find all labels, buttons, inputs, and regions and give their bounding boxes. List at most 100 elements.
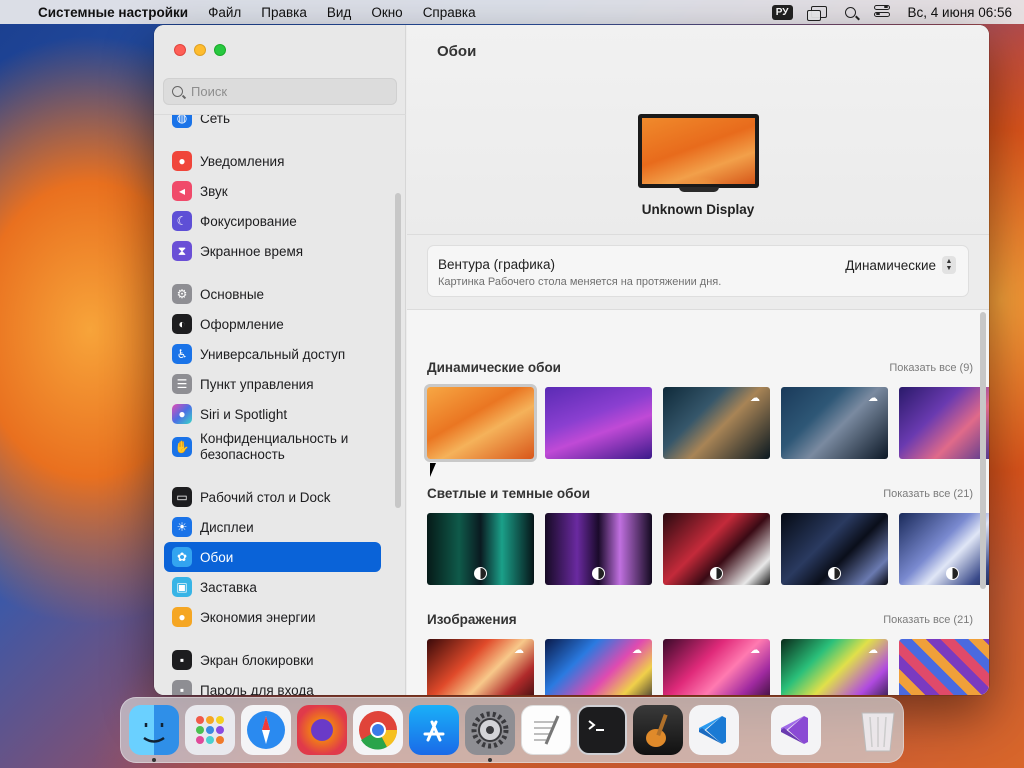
vscode-logo-icon bbox=[699, 716, 726, 744]
finder-face-icon bbox=[143, 723, 165, 743]
menu-window[interactable]: Окно bbox=[371, 5, 402, 20]
finder-icon[interactable] bbox=[129, 705, 179, 762]
current-wallpaper-name: Вентура (графика) bbox=[438, 257, 555, 272]
sidebar-item-accessibility[interactable]: ♿ Универсальный доступ bbox=[164, 339, 381, 369]
close-button[interactable] bbox=[174, 44, 186, 56]
globe-icon: ◍ bbox=[172, 115, 192, 128]
compass-icon bbox=[247, 711, 285, 749]
minimize-button[interactable] bbox=[194, 44, 206, 56]
display-preview-area: Обои Unknown Display bbox=[407, 25, 989, 235]
sidebar-scrollbar[interactable] bbox=[395, 193, 401, 508]
dock-icon: ▭ bbox=[172, 487, 192, 507]
sidebar-item-privacy[interactable]: ✋ Конфиденциальность и безопасность bbox=[164, 428, 381, 466]
visual-studio-icon[interactable] bbox=[771, 705, 821, 755]
sidebar-item-login-password[interactable]: ▪ Пароль для входа bbox=[164, 675, 381, 695]
wallpaper-thumb-mac-pink[interactable]: ☁ bbox=[663, 639, 770, 695]
textedit-icon[interactable] bbox=[521, 705, 571, 755]
menu-view[interactable]: Вид bbox=[327, 5, 351, 20]
wallpaper-thumb-macbook-purple[interactable] bbox=[545, 513, 652, 585]
sidebar-item-network[interactable]: ◍ Сеть bbox=[164, 115, 381, 133]
search-field[interactable] bbox=[163, 78, 397, 105]
gear-icon bbox=[471, 711, 509, 749]
terminal-icon[interactable] bbox=[577, 705, 627, 755]
wallpaper-gallery: Динамические обои Показать все (9) ☁ ☁ С… bbox=[407, 309, 989, 695]
menu-file[interactable]: Файл bbox=[208, 5, 241, 20]
sidebar-item-screen-time[interactable]: ⧗ Экранное время bbox=[164, 236, 381, 266]
search-icon bbox=[172, 86, 183, 97]
wallpaper-thumb-monterey-red[interactable] bbox=[663, 513, 770, 585]
wallpaper-thumb-catalina-night[interactable] bbox=[899, 387, 989, 459]
garageband-icon[interactable] bbox=[633, 705, 683, 755]
trash-icon[interactable] bbox=[853, 705, 903, 755]
sidebar-item-desktop-dock[interactable]: ▭ Рабочий стол и Dock bbox=[164, 482, 381, 512]
app-store-icon[interactable] bbox=[409, 705, 459, 755]
menu-edit[interactable]: Правка bbox=[261, 5, 307, 20]
stage-manager-icon[interactable] bbox=[806, 6, 827, 21]
sidebar-item-focus[interactable]: ☾ Фокусирование bbox=[164, 206, 381, 236]
launchpad-grid-icon bbox=[196, 716, 224, 744]
wallpaper-mode-select[interactable]: Динамические ▲ ▼ bbox=[845, 256, 956, 274]
speaker-icon: ◂ bbox=[172, 181, 192, 201]
spotlight-search-icon[interactable] bbox=[844, 6, 856, 18]
sidebar-item-control-center[interactable]: ☰ Пункт управления bbox=[164, 369, 381, 399]
show-all-dynamic-button[interactable]: Показать все (9) bbox=[889, 362, 973, 374]
sidebar-item-sound[interactable]: ◂ Звук bbox=[164, 176, 381, 206]
sidebar-item-siri-spotlight[interactable]: ● Siri и Spotlight bbox=[164, 399, 381, 429]
sun-icon: ☀ bbox=[172, 517, 192, 537]
mouse-cursor bbox=[430, 463, 442, 477]
show-all-pictures-button[interactable]: Показать все (21) bbox=[883, 614, 973, 626]
wallpaper-thumb-catalina[interactable]: ☁ bbox=[663, 387, 770, 459]
wallpaper-thumb-ventura-graphic[interactable] bbox=[424, 384, 537, 462]
accessibility-icon: ♿ bbox=[172, 344, 192, 364]
bell-icon: ● bbox=[172, 151, 192, 171]
bulb-icon: ● bbox=[172, 607, 192, 627]
display-preview[interactable] bbox=[638, 114, 759, 188]
sidebar-list: ◍ Сеть ● Уведомления ◂ Звук ☾ Фокусирова… bbox=[154, 114, 406, 695]
sidebar-item-notifications[interactable]: ● Уведомления bbox=[164, 146, 381, 176]
safari-icon[interactable] bbox=[241, 705, 291, 755]
zoom-button[interactable] bbox=[214, 44, 226, 56]
wallpaper-mode-value: Динамические bbox=[845, 257, 936, 273]
menu-help[interactable]: Справка bbox=[423, 5, 476, 20]
cloud-download-icon: ☁ bbox=[632, 645, 642, 656]
sidebar-item-lock-screen[interactable]: ▪ Экран блокировки bbox=[164, 645, 381, 675]
guitar-icon bbox=[646, 713, 668, 747]
sidebar-item-wallpaper[interactable]: ✿ Обои bbox=[164, 542, 381, 572]
vscode-icon[interactable] bbox=[689, 705, 739, 755]
wallpaper-thumb-ventura-purple[interactable] bbox=[545, 387, 652, 459]
sidebar-item-general[interactable]: ⚙ Основные bbox=[164, 279, 381, 309]
chrome-icon[interactable] bbox=[353, 705, 403, 755]
cloud-download-icon: ☁ bbox=[868, 645, 878, 656]
sidebar-item-energy[interactable]: ● Экономия энергии bbox=[164, 602, 381, 632]
system-settings-window: ◍ Сеть ● Уведомления ◂ Звук ☾ Фокусирова… bbox=[154, 25, 989, 695]
wallpaper-thumb-macbook-green[interactable] bbox=[427, 513, 534, 585]
terminal-prompt-icon bbox=[588, 720, 604, 731]
menu-app-name[interactable]: Системные настройки bbox=[38, 5, 188, 20]
wallpaper-pane: Обои Unknown Display Вентура (графика) К… bbox=[407, 25, 989, 695]
menu-clock[interactable]: Вс, 4 июня 06:56 bbox=[908, 5, 1012, 20]
running-indicator bbox=[152, 758, 156, 762]
launchpad-icon[interactable] bbox=[185, 705, 235, 755]
menu-bar: Системные настройки Файл Правка Вид Окно… bbox=[0, 0, 1024, 24]
main-scrollbar[interactable] bbox=[980, 312, 986, 589]
system-settings-icon[interactable] bbox=[465, 705, 515, 762]
firefox-icon[interactable] bbox=[297, 705, 347, 755]
show-all-light-dark-button[interactable]: Показать все (21) bbox=[883, 488, 973, 500]
control-center-icon[interactable] bbox=[873, 5, 890, 19]
sidebar-item-displays[interactable]: ☀ Дисплеи bbox=[164, 512, 381, 542]
wallpaper-thumb-mac-green[interactable]: ☁ bbox=[781, 639, 888, 695]
app-store-a-icon bbox=[423, 720, 445, 742]
dock bbox=[120, 697, 904, 763]
wallpaper-thumb-monterey-blue[interactable] bbox=[781, 513, 888, 585]
wallpaper-thumb-mac-orange[interactable]: ☁ bbox=[427, 639, 534, 695]
wallpaper-thumb-abstract[interactable] bbox=[899, 639, 989, 695]
sidebar-item-screensaver[interactable]: ▣ Заставка bbox=[164, 572, 381, 602]
wallpaper-thumb-mac-blue[interactable]: ☁ bbox=[545, 639, 652, 695]
cloud-download-icon: ☁ bbox=[750, 645, 760, 656]
keyboard-layout-badge[interactable]: РУ bbox=[771, 4, 793, 20]
sidebar-item-appearance[interactable]: ◐ Оформление bbox=[164, 309, 381, 339]
wallpaper-thumb-catalina-clouds[interactable]: ☁ bbox=[781, 387, 888, 459]
search-input[interactable] bbox=[191, 84, 381, 99]
wallpaper-thumb-big-sur-light[interactable] bbox=[899, 513, 989, 585]
thumbs-pictures: ☁ ☁ ☁ ☁ bbox=[427, 639, 989, 695]
